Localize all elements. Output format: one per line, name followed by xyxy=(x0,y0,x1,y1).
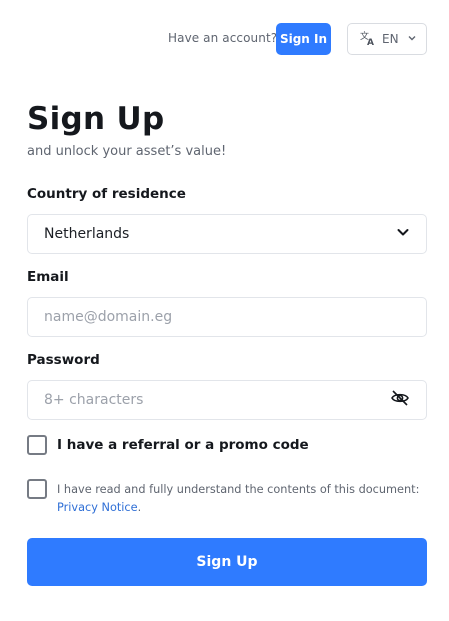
country-value: Netherlands xyxy=(44,226,130,242)
email-label: Email xyxy=(27,269,69,285)
email-field[interactable] xyxy=(44,309,410,325)
privacy-consent-text: I have read and fully understand the con… xyxy=(57,481,427,517)
referral-checkbox-label[interactable]: I have a referral or a promo code xyxy=(57,437,309,453)
password-field[interactable] xyxy=(44,392,390,408)
password-label: Password xyxy=(27,352,100,368)
svg-text:A: A xyxy=(367,38,374,46)
privacy-notice-link[interactable]: Privacy Notice xyxy=(57,501,138,514)
language-code: EN xyxy=(382,32,399,46)
email-field-wrapper xyxy=(27,297,427,337)
privacy-consent-statement: I have read and fully understand the con… xyxy=(57,483,420,496)
language-selector[interactable]: 文 A EN xyxy=(347,23,427,55)
eye-off-icon[interactable] xyxy=(390,388,410,412)
sign-in-button[interactable]: Sign In xyxy=(276,23,331,55)
page-title: Sign Up xyxy=(27,101,165,137)
sign-up-button[interactable]: Sign Up xyxy=(27,538,427,586)
privacy-suffix: . xyxy=(137,501,142,514)
top-bar: Have an account? Sign In 文 A EN xyxy=(0,23,449,55)
password-field-wrapper xyxy=(27,380,427,420)
country-select[interactable]: Netherlands xyxy=(27,214,427,254)
have-account-text: Have an account? xyxy=(168,31,278,45)
translate-icon: 文 A xyxy=(360,30,376,49)
chevron-down-icon xyxy=(396,225,410,243)
privacy-checkbox[interactable] xyxy=(27,479,47,499)
chevron-down-icon xyxy=(407,32,417,46)
page-subtitle: and unlock your asset’s value! xyxy=(27,144,227,159)
country-label: Country of residence xyxy=(27,186,186,202)
referral-checkbox[interactable] xyxy=(27,435,47,455)
